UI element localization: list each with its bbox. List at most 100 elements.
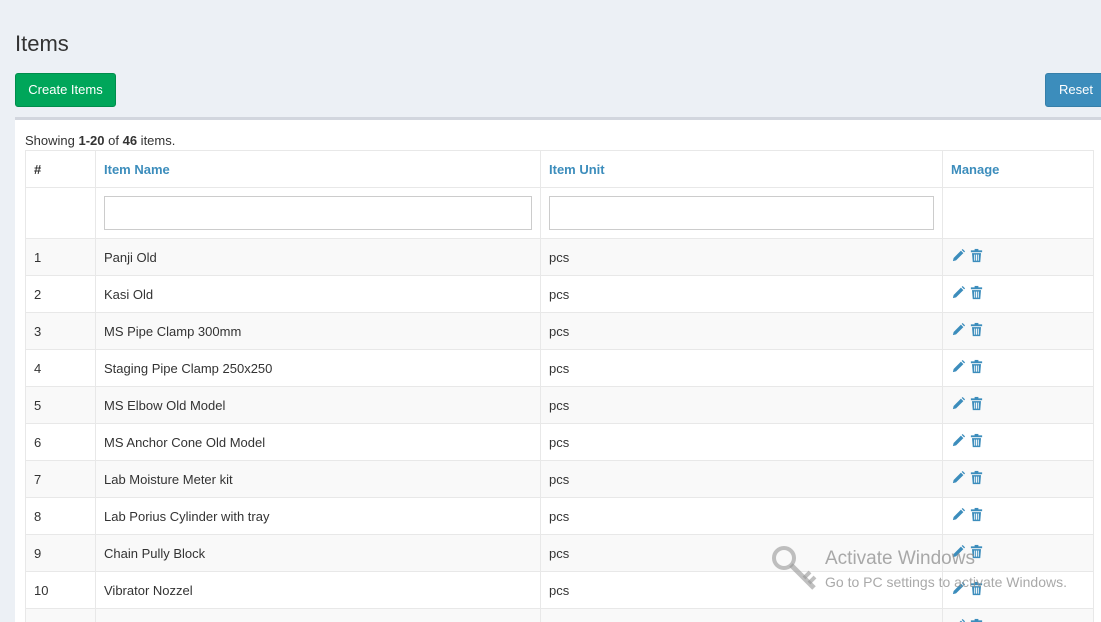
cell-manage — [942, 386, 1094, 424]
cell-item-unit: pcs — [540, 571, 943, 609]
item-name-filter-input[interactable] — [104, 196, 532, 230]
cell-number: 5 — [25, 386, 96, 424]
cell-number: 2 — [25, 275, 96, 313]
pencil-icon[interactable] — [951, 322, 966, 337]
page: Items Create Items Reset Showing 1-20 of… — [0, 0, 1101, 622]
filter-row — [25, 187, 1094, 239]
cell-number: 6 — [25, 423, 96, 461]
cell-manage — [942, 460, 1094, 498]
trash-icon[interactable] — [969, 322, 984, 337]
row-actions — [951, 433, 984, 448]
cell-item-unit: pcs — [540, 312, 943, 350]
trash-icon[interactable] — [969, 285, 984, 300]
filter-cell-item-unit — [540, 187, 943, 239]
pencil-icon[interactable] — [951, 285, 966, 300]
cell-manage — [942, 423, 1094, 461]
cell-number: 10 — [25, 571, 96, 609]
table-header-row: # Item Name Item Unit Manage — [25, 150, 1094, 188]
trash-icon[interactable] — [969, 470, 984, 485]
cell-manage — [942, 238, 1094, 276]
pencil-icon[interactable] — [951, 396, 966, 411]
column-header-item-name[interactable]: Item Name — [95, 150, 541, 188]
trash-icon[interactable] — [969, 359, 984, 374]
trash-icon[interactable] — [969, 433, 984, 448]
cell-item-name: MS Pipe Clamp 300mm — [95, 312, 541, 350]
cell-item-unit: pcs — [540, 497, 943, 535]
summary-middle: of — [104, 133, 123, 148]
summary-suffix: items. — [137, 133, 176, 148]
cell-number: 3 — [25, 312, 96, 350]
summary-prefix: Showing — [25, 133, 79, 148]
trash-icon[interactable] — [969, 507, 984, 522]
filter-cell-manage — [942, 187, 1094, 239]
sort-link-item-name[interactable]: Item Name — [104, 162, 170, 177]
page-title: Items — [15, 31, 69, 56]
cell-item-name — [95, 608, 541, 622]
row-actions — [951, 507, 984, 522]
reset-button[interactable]: Reset — [1045, 73, 1101, 107]
trash-icon[interactable] — [969, 396, 984, 411]
row-actions — [951, 544, 984, 559]
column-header-item-unit[interactable]: Item Unit — [540, 150, 943, 188]
trash-icon[interactable] — [969, 581, 984, 596]
table-row: 1 Panji Old pcs — [25, 238, 1094, 276]
cell-number: 8 — [25, 497, 96, 535]
trash-icon[interactable] — [969, 618, 984, 622]
row-actions — [951, 581, 984, 596]
manage-header-label: Manage — [951, 161, 1000, 177]
cell-item-name: MS Anchor Cone Old Model — [95, 423, 541, 461]
row-actions — [951, 396, 984, 411]
item-unit-filter-input[interactable] — [549, 196, 934, 230]
row-actions — [951, 285, 984, 300]
table-row: 2 Kasi Old pcs — [25, 275, 1094, 313]
row-actions — [951, 618, 984, 622]
cell-manage — [942, 571, 1094, 609]
sort-link-item-unit[interactable]: Item Unit — [549, 162, 605, 177]
cell-manage — [942, 534, 1094, 572]
create-items-button[interactable]: Create Items — [15, 73, 116, 107]
cell-number: 1 — [25, 238, 96, 276]
cell-number — [25, 608, 96, 622]
summary-range: 1-20 — [78, 133, 105, 148]
cell-item-unit — [540, 608, 943, 622]
cell-number: 9 — [25, 534, 96, 572]
cell-item-unit: pcs — [540, 349, 943, 387]
pencil-icon[interactable] — [951, 470, 966, 485]
row-actions — [951, 322, 984, 337]
cell-item-name: Kasi Old — [95, 275, 541, 313]
filter-cell-item-name — [95, 187, 541, 239]
cell-item-unit: pcs — [540, 534, 943, 572]
cell-item-unit: pcs — [540, 238, 943, 276]
table-row: 4 Staging Pipe Clamp 250x250 pcs — [25, 349, 1094, 387]
column-header-number: # — [25, 150, 96, 188]
pencil-icon[interactable] — [951, 581, 966, 596]
table-row: 5 MS Elbow Old Model pcs — [25, 386, 1094, 424]
table-row: 3 MS Pipe Clamp 300mm pcs — [25, 312, 1094, 350]
table-row: 6 MS Anchor Cone Old Model pcs — [25, 423, 1094, 461]
cell-number: 7 — [25, 460, 96, 498]
cell-item-name: Lab Moisture Meter kit — [95, 460, 541, 498]
grid-summary: Showing 1-20 of 46 items. — [25, 133, 175, 148]
cell-item-name: MS Elbow Old Model — [95, 386, 541, 424]
cell-item-name: Lab Porius Cylinder with tray — [95, 497, 541, 535]
cell-item-name: Chain Pully Block — [95, 534, 541, 572]
trash-icon[interactable] — [969, 544, 984, 559]
pencil-icon[interactable] — [951, 618, 966, 622]
filter-cell-number — [25, 187, 96, 239]
pencil-icon[interactable] — [951, 248, 966, 263]
cell-item-name: Staging Pipe Clamp 250x250 — [95, 349, 541, 387]
pencil-icon[interactable] — [951, 507, 966, 522]
table-row: 9 Chain Pully Block pcs — [25, 534, 1094, 572]
trash-icon[interactable] — [969, 248, 984, 263]
pencil-icon[interactable] — [951, 359, 966, 374]
cell-item-unit: pcs — [540, 386, 943, 424]
items-table: # Item Name Item Unit Manage 1 Panji Old… — [25, 150, 1094, 622]
table-row: 10 Vibrator Nozzel pcs — [25, 571, 1094, 609]
cell-manage — [942, 608, 1094, 622]
pencil-icon[interactable] — [951, 433, 966, 448]
cell-item-unit: pcs — [540, 460, 943, 498]
summary-total: 46 — [122, 133, 138, 148]
cell-item-name: Vibrator Nozzel — [95, 571, 541, 609]
table-row — [25, 608, 1094, 622]
pencil-icon[interactable] — [951, 544, 966, 559]
